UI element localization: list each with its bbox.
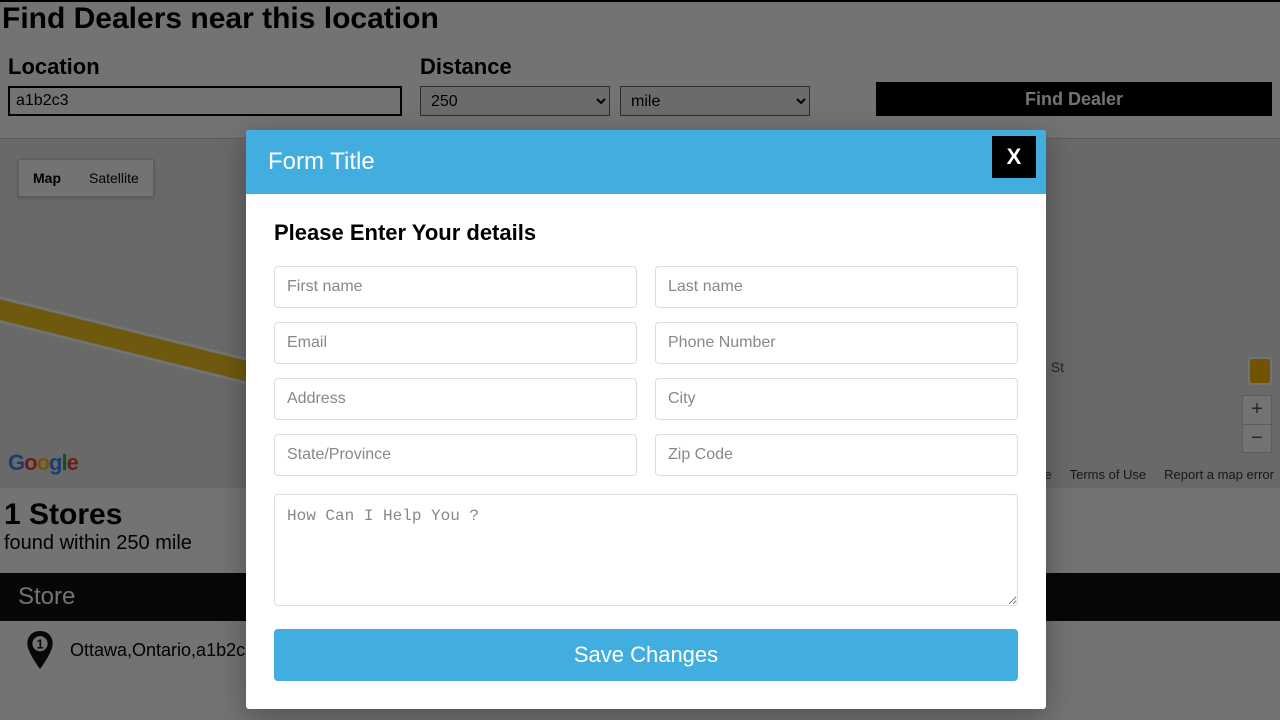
modal-subtitle: Please Enter Your details bbox=[274, 220, 1018, 246]
city-input[interactable] bbox=[655, 378, 1018, 420]
zip-input[interactable] bbox=[655, 434, 1018, 476]
form-grid bbox=[274, 266, 1018, 476]
address-input[interactable] bbox=[274, 378, 637, 420]
last-name-input[interactable] bbox=[655, 266, 1018, 308]
save-button[interactable]: Save Changes bbox=[274, 629, 1018, 681]
phone-input[interactable] bbox=[655, 322, 1018, 364]
first-name-input[interactable] bbox=[274, 266, 637, 308]
modal-close-button[interactable]: X bbox=[992, 136, 1036, 178]
modal-header: Form Title X bbox=[246, 130, 1046, 194]
state-input[interactable] bbox=[274, 434, 637, 476]
modal-body: Please Enter Your details Save Changes bbox=[246, 194, 1046, 709]
message-textarea[interactable] bbox=[274, 494, 1018, 606]
contact-modal: Form Title X Please Enter Your details S… bbox=[246, 130, 1046, 709]
email-input[interactable] bbox=[274, 322, 637, 364]
modal-title: Form Title bbox=[268, 148, 375, 175]
